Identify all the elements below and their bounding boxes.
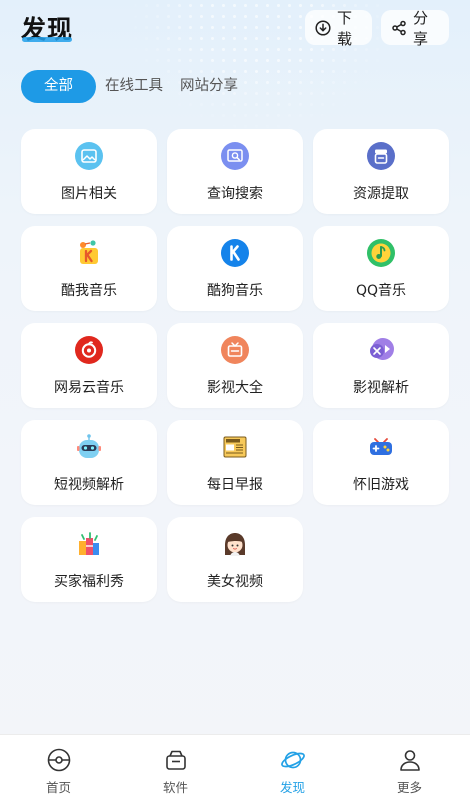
card-label: 影视解析 (353, 380, 409, 396)
tab-website-share[interactable]: 网站分享 (180, 70, 238, 103)
tabbar-more[interactable]: 更多 (351, 735, 468, 804)
download-icon (315, 19, 331, 36)
search-card-icon (220, 141, 250, 171)
tab-online-tools[interactable]: 在线工具 (105, 70, 163, 103)
header: 发现 下载 分享 (0, 0, 470, 60)
card-kugou-music[interactable]: 酷狗音乐 (167, 226, 303, 311)
tab-all[interactable]: 全部 (21, 70, 96, 103)
image-icon (74, 141, 104, 171)
kugou-music-icon (220, 238, 250, 268)
extract-icon (366, 141, 396, 171)
card-label: 买家福利秀 (54, 574, 124, 590)
home-icon (46, 747, 72, 773)
tv-icon (220, 335, 250, 365)
card-label: 酷我音乐 (61, 283, 117, 299)
video-parse-icon (366, 335, 396, 365)
card-label: 影视大全 (207, 380, 263, 396)
share-icon (391, 20, 407, 36)
title-underline (22, 37, 72, 42)
card-kuwo-music[interactable]: 酷我音乐 (21, 226, 157, 311)
card-search[interactable]: 查询搜索 (167, 129, 303, 214)
card-label: 网易云音乐 (54, 380, 124, 396)
card-label: 怀旧游戏 (353, 477, 409, 493)
share-label: 分享 (413, 8, 429, 48)
newspaper-icon (220, 432, 250, 462)
card-qq-music[interactable]: QQ音乐 (313, 226, 449, 311)
download-button[interactable]: 下载 (305, 9, 372, 48)
download-label: 下载 (337, 8, 353, 48)
category-tabs: 全部 在线工具 网站分享 (21, 70, 255, 103)
card-extract[interactable]: 资源提取 (313, 129, 449, 214)
card-label: 资源提取 (353, 186, 409, 202)
robot-icon (74, 432, 104, 462)
card-video-parse[interactable]: 影视解析 (313, 323, 449, 408)
card-image[interactable]: 图片相关 (21, 129, 157, 214)
tabbar-software[interactable]: 软件 (117, 735, 234, 804)
tabbar-label: 更多 (396, 780, 422, 795)
card-buyer-show[interactable]: 买家福利秀 (21, 517, 157, 602)
share-button[interactable]: 分享 (381, 9, 449, 48)
gift-icon (74, 529, 104, 559)
discover-planet-icon (280, 747, 306, 773)
tabbar-label: 软件 (162, 780, 188, 795)
card-label: 短视频解析 (54, 477, 124, 493)
card-tv[interactable]: 影视大全 (167, 323, 303, 408)
card-label: 每日早报 (207, 477, 263, 493)
card-daily-news[interactable]: 每日早报 (167, 420, 303, 505)
tabbar-label: 发现 (279, 780, 305, 795)
kuwo-music-icon (74, 238, 104, 268)
card-label: 查询搜索 (207, 186, 263, 202)
card-girl-video[interactable]: 美女视频 (167, 517, 303, 602)
card-label: 酷狗音乐 (207, 283, 263, 299)
qq-music-icon (366, 238, 396, 268)
bottom-tab-bar: 首页 软件 发现 更多 (0, 734, 470, 804)
gamepad-icon (366, 432, 396, 462)
card-netease-music[interactable]: 网易云音乐 (21, 323, 157, 408)
profile-icon (397, 747, 423, 773)
card-retro-games[interactable]: 怀旧游戏 (313, 420, 449, 505)
card-label: 图片相关 (61, 186, 117, 202)
card-short-video[interactable]: 短视频解析 (21, 420, 157, 505)
card-label: QQ音乐 (355, 283, 407, 299)
tabbar-discover[interactable]: 发现 (234, 735, 351, 804)
software-icon (163, 747, 189, 773)
girl-icon (220, 529, 250, 559)
netease-music-icon (74, 335, 104, 365)
tabbar-home[interactable]: 首页 (0, 735, 117, 804)
tabbar-label: 首页 (45, 780, 71, 795)
card-label: 美女视频 (207, 574, 263, 590)
